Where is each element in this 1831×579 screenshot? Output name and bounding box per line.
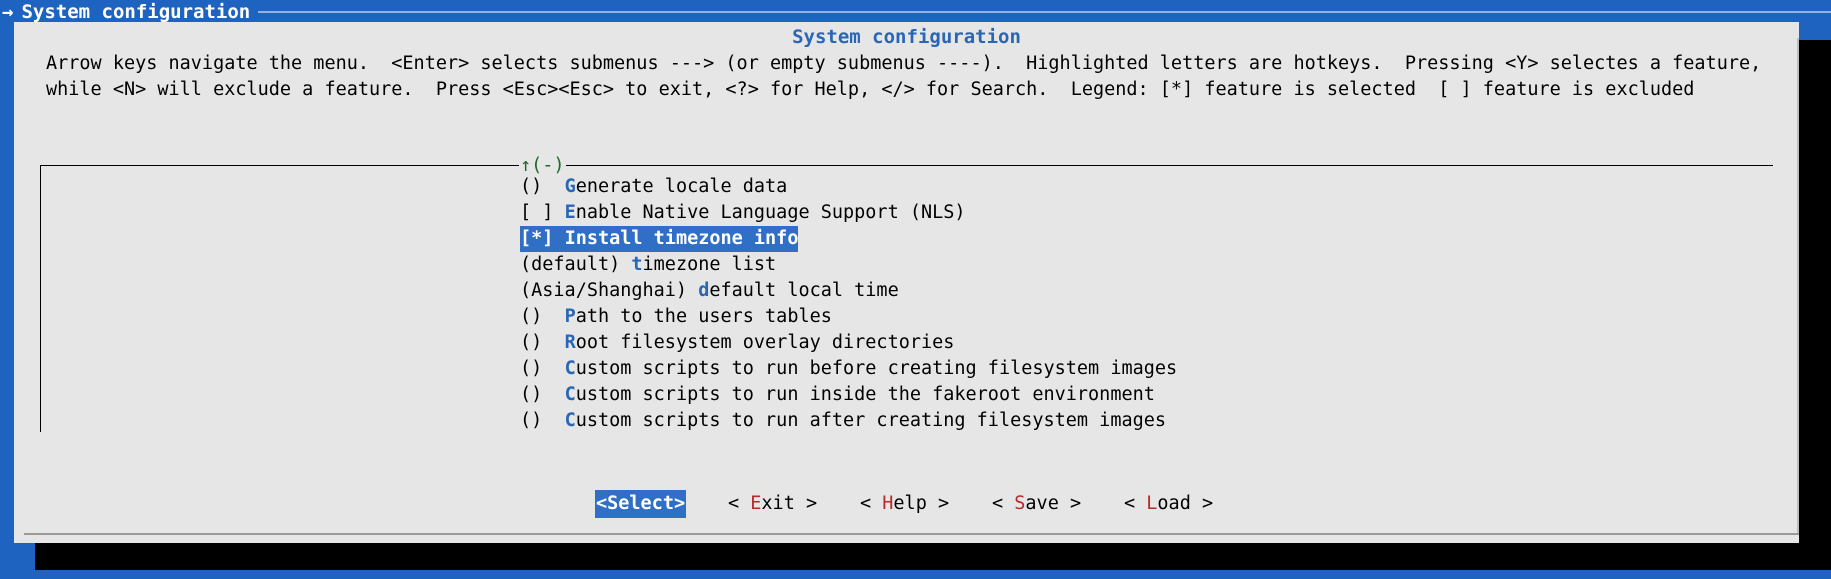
menu-item-hotkey: P: [564, 306, 576, 327]
select-button-hotkey: S: [607, 493, 619, 514]
help-button-left: <: [860, 493, 883, 514]
load-button-left: <: [1124, 493, 1147, 514]
menu-item-label: efault local time: [709, 280, 899, 301]
menu-item-label: enerate locale data: [575, 176, 788, 197]
menu-item-prefix: (): [520, 358, 565, 379]
exit-button[interactable]: < Exit >: [728, 490, 817, 518]
menu-item-prefix: (): [520, 410, 565, 431]
window-title-bar: → System configuration: [0, 0, 1831, 24]
help-button-right: >: [926, 493, 950, 514]
menu-item-rootfs-overlay[interactable]: () Root filesystem overlay directories: [520, 330, 1177, 356]
menu-list: () Generate locale data [ ] Enable Nativ…: [520, 174, 1177, 434]
menu-item-prefix: [ ]: [520, 202, 565, 223]
help-button-label: elp: [893, 493, 927, 514]
load-button-right: >: [1190, 493, 1214, 514]
menu-item-prefix: (): [520, 176, 565, 197]
exit-button-left: <: [728, 493, 751, 514]
exit-button-label: xit: [761, 493, 795, 514]
menu-item-install-timezone[interactable]: [*] Install timezone info: [520, 226, 1177, 252]
menu-item-hotkey: C: [564, 410, 576, 431]
save-button-hotkey: S: [1014, 493, 1026, 514]
menu-item-default-local-time[interactable]: (Asia/Shanghai) default local time: [520, 278, 1177, 304]
menu-item-hotkey: E: [564, 202, 576, 223]
arrow-icon: →: [2, 1, 14, 23]
menu-item-label: imezone list: [642, 254, 777, 275]
dialog-title: System configuration: [792, 26, 1021, 48]
help-text-line-2: while <N> will exclude a feature. Press …: [46, 79, 1695, 100]
menu-item-timezone-list[interactable]: (default) timezone list: [520, 252, 1177, 278]
dialog-bottom-border: [24, 533, 1799, 535]
select-button-left: <: [596, 493, 608, 514]
menu-item-hotkey: R: [564, 332, 576, 353]
menu-item-scripts-before-images[interactable]: () Custom scripts to run before creating…: [520, 356, 1177, 382]
menu-item-prefix: (default): [520, 254, 632, 275]
title-rule: [258, 11, 1831, 13]
config-dialog: System configuration Arrow keys navigate…: [14, 22, 1799, 543]
menu-item-label: ustom scripts to run inside the fakeroot…: [575, 384, 1155, 405]
menu-item-scripts-after-images[interactable]: () Custom scripts to run after creating …: [520, 408, 1177, 434]
help-button-hotkey: H: [882, 493, 894, 514]
menu-item-prefix: (): [520, 332, 565, 353]
menu-item-label: nstall timezone info: [575, 228, 799, 249]
select-button-right: >: [673, 493, 686, 514]
menu-item-label: ath to the users tables: [575, 306, 832, 327]
menu-item-label: oot filesystem overlay directories: [575, 332, 955, 353]
menu-item-label: nable Native Language Support (NLS): [575, 202, 966, 223]
save-button-right: >: [1058, 493, 1082, 514]
menu-item-label: ustom scripts to run after creating file…: [575, 410, 1167, 431]
menu-item-hotkey: G: [564, 176, 576, 197]
menu-item-prefix: (Asia/Shanghai): [520, 280, 699, 301]
exit-button-right: >: [794, 493, 818, 514]
save-button-left: <: [992, 493, 1015, 514]
dialog-right-border: [1797, 38, 1799, 535]
exit-button-hotkey: E: [750, 493, 762, 514]
select-button[interactable]: <Select>: [595, 490, 687, 518]
menu-item-hotkey: C: [564, 384, 576, 405]
load-button-hotkey: L: [1146, 493, 1158, 514]
button-bar: <Select> < Exit > < Help > < Save > < Lo…: [14, 490, 1799, 518]
load-button-label: oad: [1157, 493, 1191, 514]
menu-item-generate-locale[interactable]: () Generate locale data: [520, 174, 1177, 200]
menu-item-label: ustom scripts to run before creating fil…: [575, 358, 1178, 379]
menu-item-hotkey: I: [564, 228, 576, 249]
save-button[interactable]: < Save >: [992, 490, 1081, 518]
menu-item-prefix: (): [520, 306, 565, 327]
menu-item-prefix: [*]: [520, 228, 565, 249]
help-text-line-1: Arrow keys navigate the menu. <Enter> se…: [46, 53, 1762, 74]
menu-item-hotkey: t: [631, 254, 643, 275]
save-button-label: ave: [1025, 493, 1059, 514]
menu-item-scripts-fakeroot[interactable]: () Custom scripts to run inside the fake…: [520, 382, 1177, 408]
menu-item-enable-nls[interactable]: [ ] Enable Native Language Support (NLS): [520, 200, 1177, 226]
help-button[interactable]: < Help >: [860, 490, 949, 518]
load-button[interactable]: < Load >: [1124, 490, 1213, 518]
menu-item-prefix: (): [520, 384, 565, 405]
menu-item-users-tables[interactable]: () Path to the users tables: [520, 304, 1177, 330]
terminal-screen: → System configuration System configurat…: [0, 0, 1831, 579]
menu-item-hotkey: C: [564, 358, 576, 379]
window-title: System configuration: [21, 1, 251, 23]
menu-item-hotkey: d: [698, 280, 710, 301]
select-button-label: elect: [618, 493, 674, 514]
